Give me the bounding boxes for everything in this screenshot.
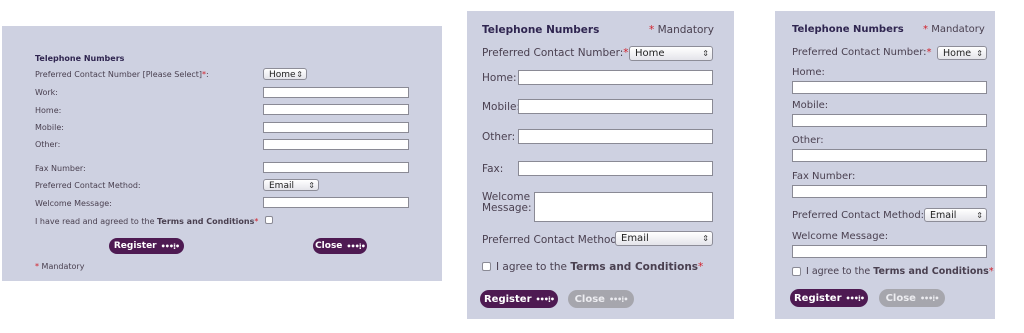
select-arrow-icon: ⇕ xyxy=(702,234,709,243)
mobile-input[interactable] xyxy=(263,122,409,133)
terms-label: I have read and agreed to the Terms and … xyxy=(35,217,259,226)
welcome-label: Welcome Message: xyxy=(35,199,112,208)
fax-label: Fax Number: xyxy=(792,171,856,182)
contact-method-select[interactable]: Email ⇕ xyxy=(615,231,713,246)
preferred-contact-select[interactable]: Home ⇕ xyxy=(263,68,307,80)
section-title: Telephone Numbers xyxy=(35,54,125,63)
close-button[interactable]: Close •••⁞• xyxy=(568,290,634,308)
select-arrow-icon: ⇕ xyxy=(976,211,983,220)
contact-method-select[interactable]: Email ⇕ xyxy=(263,179,319,191)
fax-label: Fax: xyxy=(482,163,504,175)
mandatory-note: * Mandatory xyxy=(649,24,714,36)
home-label: Home: xyxy=(482,72,517,84)
terms-link[interactable]: Terms and Conditions xyxy=(570,261,698,273)
welcome-input[interactable] xyxy=(792,245,987,258)
welcome-textarea[interactable] xyxy=(534,192,713,222)
terms-label: I agree to the Terms and Conditions* xyxy=(496,261,704,273)
mobile-label: Mobile: xyxy=(35,123,64,132)
other-label: Other: xyxy=(792,135,824,146)
mobile-input[interactable] xyxy=(518,99,713,114)
fax-input[interactable] xyxy=(518,161,713,176)
contact-method-label: Preferred Contact Method: xyxy=(35,181,141,190)
home-input[interactable] xyxy=(263,104,409,115)
home-input[interactable] xyxy=(792,81,987,94)
select-arrow-icon: ⇕ xyxy=(976,49,983,58)
preferred-contact-label: Preferred Contact Number:* xyxy=(792,47,932,58)
preferred-contact-label: Preferred Contact Number:* xyxy=(482,47,629,59)
register-button[interactable]: Register •••⁞• xyxy=(790,289,868,307)
welcome-label-line2: Message: xyxy=(482,202,532,214)
contact-method-label: Preferred Contact Method: xyxy=(482,234,621,246)
terms-link[interactable]: Terms and Conditions xyxy=(873,266,989,277)
home-label: Home: xyxy=(35,106,62,115)
other-label: Other: xyxy=(482,131,516,143)
terms-link[interactable]: Terms and Conditions xyxy=(157,217,254,226)
section-title: Telephone Numbers xyxy=(792,24,904,35)
register-button[interactable]: Register •••⁞• xyxy=(109,238,184,254)
terms-checkbox[interactable] xyxy=(482,262,491,271)
close-button[interactable]: Close •••⁞• xyxy=(313,238,367,254)
fax-label: Fax Number: xyxy=(35,164,86,173)
other-input[interactable] xyxy=(518,129,713,144)
other-input[interactable] xyxy=(263,139,409,150)
welcome-input[interactable] xyxy=(263,197,409,208)
form-variant-narrow: Telephone Numbers * Mandatory Preferred … xyxy=(775,11,995,319)
work-label: Work: xyxy=(35,88,58,97)
arrow-dots-icon: •••⁞• xyxy=(608,294,628,304)
mandatory-note: * Mandatory xyxy=(35,262,85,271)
work-input[interactable] xyxy=(263,87,409,98)
preferred-contact-label: Preferred Contact Number [Please Select]… xyxy=(35,70,209,79)
form-variant-medium: Telephone Numbers * Mandatory Preferred … xyxy=(467,11,734,319)
mobile-input[interactable] xyxy=(792,114,987,127)
terms-checkbox[interactable] xyxy=(265,216,273,224)
preferred-contact-select[interactable]: Home ⇕ xyxy=(629,46,713,61)
terms-label: I agree to the Terms and Conditions* xyxy=(806,266,994,277)
form-variant-wide: Telephone Numbers Preferred Contact Numb… xyxy=(2,26,442,281)
mandatory-note: * Mandatory xyxy=(923,24,985,35)
register-button[interactable]: Register •••⁞• xyxy=(480,290,558,308)
select-arrow-icon: ⇕ xyxy=(296,70,303,79)
terms-checkbox[interactable] xyxy=(792,267,801,276)
mobile-label: Mobile: xyxy=(792,100,829,111)
mobile-label: Mobile: xyxy=(482,101,520,113)
welcome-label: Welcome Message: xyxy=(792,231,889,242)
other-input[interactable] xyxy=(792,149,987,162)
select-arrow-icon: ⇕ xyxy=(702,49,709,58)
arrow-dots-icon: •••⁞• xyxy=(535,294,555,304)
home-input[interactable] xyxy=(518,70,713,85)
fax-input[interactable] xyxy=(792,185,987,198)
arrow-dots-icon: •••⁞• xyxy=(919,293,939,303)
arrow-dots-icon: •••⁞• xyxy=(346,241,365,251)
arrow-dots-icon: •••⁞• xyxy=(160,241,180,251)
select-arrow-icon: ⇕ xyxy=(308,181,315,190)
preferred-contact-select[interactable]: Home ⇕ xyxy=(937,46,987,60)
other-label: Other: xyxy=(35,140,61,149)
contact-method-select[interactable]: Email ⇕ xyxy=(924,208,987,222)
section-title: Telephone Numbers xyxy=(482,24,600,36)
home-label: Home: xyxy=(792,67,825,78)
close-button[interactable]: Close •••⁞• xyxy=(879,289,945,307)
fax-input[interactable] xyxy=(263,162,409,173)
contact-method-label: Preferred Contact Method: xyxy=(792,210,925,221)
arrow-dots-icon: •••⁞• xyxy=(845,293,865,303)
